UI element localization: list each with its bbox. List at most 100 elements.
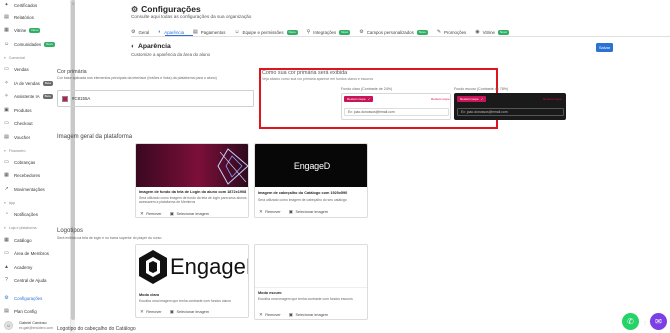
sidebar-item-comunidades[interactable]: ☺ Comunidades Novo — [4, 39, 56, 49]
tab-equipe[interactable]: ☺ Equipe e permissões Novo — [234, 29, 298, 35]
login-background-description: Será utilizado como imagem de fundo da t… — [139, 196, 247, 205]
chevron-down-icon: ▾ — [4, 56, 6, 60]
engaged-logo-mark — [139, 250, 167, 284]
report-icon: ▤ — [4, 13, 9, 20]
check-icon: ✓ — [480, 97, 484, 101]
tab-vitrine[interactable]: ◉ Vitrine Novo — [475, 29, 510, 35]
storefront-icon: ▦ — [4, 26, 9, 33]
primary-color-field[interactable]: #C8155A — [57, 90, 254, 107]
logo-light-title: Modo claro — [139, 293, 160, 297]
chat-button[interactable]: ✉ — [650, 313, 667, 330]
light-preview-email: Ex: joao.donossos@email.com — [344, 108, 449, 116]
sidebar-item-label: Área de Membros — [14, 250, 49, 256]
select-login-background-button[interactable]: ▣ Selecionar imagem — [170, 211, 209, 217]
sidebar-item-produtos[interactable]: ▣ Produtos — [4, 105, 31, 115]
dark-preview-email: Ex: joao.donossos@email.com — [457, 108, 564, 116]
preview-title: Como sua cor primária será exibida — [262, 70, 348, 76]
sidebar-item-vendas[interactable]: ▭ Vendas — [4, 64, 29, 74]
sidebar-section-app[interactable]: ▾ App — [4, 200, 15, 206]
checkout-icon: ▭ — [4, 119, 9, 126]
sidebar-item-plan-config[interactable]: ▤ Plan Config — [4, 306, 37, 316]
tab-geral[interactable]: ⚙ Geral — [131, 29, 149, 35]
sidebar-item-recebedores[interactable]: ▦ Recebedores — [4, 170, 40, 180]
image-icon: ▣ — [169, 211, 174, 216]
select-catalog-header-button[interactable]: ▣ Selecionar imagem — [289, 209, 328, 215]
new-badge: Novo — [286, 29, 298, 35]
gear-icon: ⚙ — [131, 4, 139, 14]
academy-icon: ▲ — [4, 263, 9, 270]
image-icon: ▣ — [288, 312, 293, 317]
tab-pagamentos[interactable]: ▤ Pagamentos — [193, 29, 225, 35]
dark-preview-link: Restart coupe — [543, 97, 562, 101]
remove-login-background-button[interactable]: ✕ Remover — [140, 211, 162, 217]
select-logo-light-button[interactable]: ▣ Selecionar imagem — [170, 309, 209, 315]
save-button[interactable]: Salvar — [596, 43, 613, 52]
sidebar-item-checkout[interactable]: ▭ Checkout — [4, 118, 32, 128]
sidebar-item-label: Notificações — [14, 211, 38, 217]
sidebar-item-ia-vendas[interactable]: ✧ IA de Vendas Beta — [4, 78, 54, 88]
storefront-icon: ◉ — [475, 29, 480, 35]
sidebar-item-relatorios[interactable]: ▤ Relatórios — [4, 12, 34, 22]
select-logo-dark-button[interactable]: ▣ Selecionar imagem — [289, 312, 328, 318]
chevron-down-icon: ▾ — [4, 226, 6, 230]
color-swatch[interactable] — [62, 95, 68, 102]
sidebar-item-voucher[interactable]: ▤ Voucher — [4, 132, 30, 142]
remove-logo-light-button[interactable]: ✕ Remover — [140, 309, 162, 315]
images-section-title: Imagem geral da plataforma — [57, 134, 133, 140]
user-email: ex.gab@ensidero.com — [19, 325, 53, 330]
beta-badge: Beta — [42, 80, 54, 86]
whatsapp-icon: ✆ — [627, 317, 634, 326]
collapse-sidebar-icon[interactable]: « — [72, 1, 74, 6]
whatsapp-button[interactable]: ✆ — [622, 313, 639, 330]
sidebar-section-financeiro[interactable]: ▾ Financeiro — [4, 148, 26, 154]
remove-catalog-header-button[interactable]: ✕ Remover — [259, 209, 281, 215]
sidebar-item-label: Movimentações — [14, 186, 45, 192]
sidebar-item-central-ajuda[interactable]: ? Central de Ajuda — [4, 275, 46, 285]
sidebar-item-movimentacoes[interactable]: ↗ Movimentações — [4, 184, 45, 194]
sidebar-section-comercial[interactable]: ▾ Comercial — [4, 55, 25, 61]
sidebar-item-label: Voucher — [14, 134, 31, 140]
close-icon: ✕ — [259, 209, 263, 214]
gear-icon: ⚙ — [4, 294, 9, 301]
tab-promocoes[interactable]: ✎ Promoções — [437, 29, 466, 35]
tab-campos-personalizados[interactable]: ⚙ Campos personalizados Novo — [359, 29, 428, 35]
dark-mode-label: Fundo escuro (Contraste de 78%) — [454, 87, 509, 91]
gear-icon: ⚙ — [131, 29, 136, 35]
logo-light-description: Escolha uma imagem que tenha contraste c… — [139, 299, 231, 303]
sidebar-item-academy[interactable]: ▲ Academy — [4, 262, 32, 272]
sidebar-item-area-membros[interactable]: ▭ Área de Membros — [4, 248, 49, 258]
light-preview-link: Restart coupe — [431, 97, 450, 101]
custom-fields-icon: ⚙ — [359, 29, 364, 35]
login-background-card: Imagem de fundo da tela de Login do alun… — [135, 143, 249, 218]
certificate-icon: ✦ — [4, 1, 9, 8]
remove-logo-dark-button[interactable]: ✕ Remover — [259, 312, 281, 318]
catalog-header-card: EngageD Imagem de cabeçalho do Catálogo … — [254, 143, 368, 218]
billing-icon: ▭ — [4, 158, 9, 165]
sidebar-item-configuracoes[interactable]: ⚙ Configurações — [4, 293, 42, 303]
sidebar-item-label: Academy — [14, 264, 33, 270]
dark-preview-button: Restart coupe ✓ — [457, 96, 487, 102]
products-icon: ▣ — [4, 106, 9, 113]
user-menu[interactable]: ☺ Gabriel Cardoso ex.gab@ensidero.com — [4, 318, 53, 333]
sidebar-item-label: Assistente IA — [14, 93, 40, 99]
plan-icon: ▤ — [4, 307, 9, 314]
sidebar-item-notificacoes[interactable]: ◔ Notificações — [4, 209, 38, 219]
sidebar-item-catalogo[interactable]: ▦ Catálogo — [4, 235, 31, 245]
receivers-icon: ▦ — [4, 171, 9, 178]
sidebar-item-certificados[interactable]: ✦ Certificados — [4, 0, 37, 10]
beta-badge: Beta — [42, 93, 53, 99]
light-mode-label: Fundo claro (Contraste de 24%) — [341, 87, 393, 91]
check-icon: ✓ — [367, 97, 371, 101]
sidebar-section-loja[interactable]: ▾ Loja e plataforma — [4, 225, 37, 231]
ai-sales-icon: ✧ — [4, 79, 9, 86]
sidebar-item-assistente-ia[interactable]: ✧ Assistente IA Beta — [4, 91, 53, 101]
new-badge: Novo — [44, 41, 56, 47]
sidebar-item-label: Comunidades — [14, 41, 42, 47]
tab-integracoes[interactable]: ⚲ Integrações Novo — [307, 29, 351, 35]
logo-dark-description: Escolha uma imagem que tenha contraste c… — [258, 297, 353, 301]
sidebar-item-vitrine[interactable]: ▦ Vitrine Novo — [4, 25, 41, 35]
ai-assistant-icon: ✧ — [4, 92, 9, 99]
new-badge: Novo — [339, 29, 351, 35]
sidebar-item-cobrancas[interactable]: ▭ Cobranças — [4, 157, 35, 167]
sidebar-scrollbar[interactable] — [71, 0, 75, 320]
